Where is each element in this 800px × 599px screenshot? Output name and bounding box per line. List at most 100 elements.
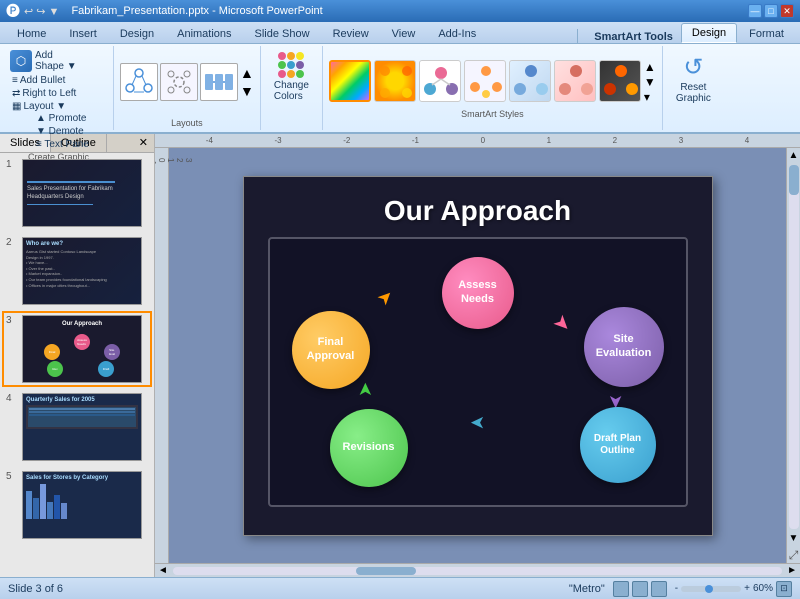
fit-page-btn[interactable]: ⊡	[776, 581, 792, 597]
add-shape-icon: ⬡	[10, 50, 32, 72]
tab-smartart-design[interactable]: Design	[681, 23, 737, 43]
ruler-horizontal: -4-3-2-101234	[155, 134, 800, 148]
status-bar: Slide 3 of 6 "Metro" - + 60% ⊡	[0, 577, 800, 599]
change-colors-btn[interactable]: ChangeColors	[269, 49, 314, 105]
ribbon: ⬡ Add Shape ▼ ≡Add Bullet ⇄Right to Left…	[0, 44, 800, 134]
slide-thumb-5[interactable]: 5 Sales for Stores by Category	[4, 469, 150, 541]
circle-assess[interactable]: AssessNeeds	[442, 257, 514, 329]
side-scrollbar: ▲ ▼ ⤢	[786, 148, 800, 563]
color-dot-orange2	[287, 70, 295, 78]
color-dot-yellow	[296, 52, 304, 60]
slides-panel: Slides Outline ✕ 1 Sales Presentation fo…	[0, 134, 155, 577]
smartart-tools-label: SmartArt Tools	[577, 29, 681, 43]
circle-site[interactable]: SiteEvaluation	[584, 307, 664, 387]
color-dot-green2	[296, 70, 304, 78]
right-to-left-btn[interactable]: ⇄Right to Left	[12, 88, 76, 99]
tab-animations[interactable]: Animations	[166, 24, 242, 43]
slide-thumb-2[interactable]: 2 Who are we? Aarrus Gist started Contos…	[4, 235, 150, 307]
style-2[interactable]	[374, 60, 416, 102]
tab-addins[interactable]: Add-Ins	[427, 24, 487, 43]
smartart-container[interactable]: AssessNeeds ➤ SiteEvaluation ➤ Draft Pla	[268, 237, 688, 507]
color-dot-blue	[287, 61, 295, 69]
minimize-button[interactable]: —	[748, 4, 762, 18]
quick-access: ↩ ↪ ▼	[24, 5, 59, 18]
demote-btn[interactable]: ▼ Demote	[36, 126, 89, 137]
smartart-styles-label: SmartArt Styles	[329, 107, 656, 119]
slide-thumb-1[interactable]: 1 Sales Presentation for FabrikamHeadqua…	[4, 157, 150, 229]
zoom-thumb[interactable]	[705, 585, 713, 593]
view-buttons	[613, 581, 667, 597]
layouts-label: Layouts	[171, 116, 203, 128]
tab-insert[interactable]: Insert	[58, 24, 108, 43]
window-controls[interactable]: — □ ✕	[748, 4, 794, 18]
slide-img-1: Sales Presentation for FabrikamHeadquart…	[22, 159, 142, 227]
slideshow-btn[interactable]	[651, 581, 667, 597]
slide-num-4: 4	[6, 393, 18, 404]
layout-process[interactable]	[200, 63, 238, 101]
panel-close-btn[interactable]: ✕	[133, 134, 154, 152]
slide-info: Slide 3 of 6	[8, 583, 63, 595]
normal-view-btn[interactable]	[613, 581, 629, 597]
add-bullet-label: Add Bullet	[20, 75, 66, 86]
layout-radial[interactable]	[160, 63, 198, 101]
scroll-right-btn[interactable]: ►	[784, 565, 800, 576]
style-5[interactable]	[509, 60, 551, 102]
maximize-button[interactable]: □	[764, 4, 778, 18]
style-scroll[interactable]: ▲ ▼ ▾	[644, 60, 656, 104]
zoom-slider[interactable]	[681, 586, 741, 592]
text-pane-btn[interactable]: ≡ Text Pane	[36, 139, 89, 150]
horizontal-scrollbar: ◄ ►	[155, 563, 800, 577]
circle-final[interactable]: FinalApproval	[292, 311, 370, 389]
slide-edit-area: -4-3-2-101234 3210-1-2-3 Our Approach	[155, 134, 800, 577]
scroll-up-btn[interactable]: ▲	[787, 148, 800, 163]
layout-scroll[interactable]: ▲ ▼	[240, 65, 254, 99]
tab-view[interactable]: View	[381, 24, 427, 43]
scroll-down-btn[interactable]: ▼	[787, 531, 800, 546]
layout-cycle[interactable]	[120, 63, 158, 101]
add-bullet-btn[interactable]: ≡Add Bullet	[12, 75, 76, 86]
status-right: "Metro" - + 60% ⊡	[569, 581, 792, 597]
color-grid	[278, 52, 304, 78]
style-colorful[interactable]	[329, 60, 371, 102]
scroll-left-btn[interactable]: ◄	[155, 565, 171, 576]
style-4[interactable]	[464, 60, 506, 102]
tab-slideshow[interactable]: Slide Show	[244, 24, 321, 43]
slide-thumb-4[interactable]: 4 Quarterly Sales for 2005	[4, 391, 150, 463]
tab-design[interactable]: Design	[109, 24, 165, 43]
zoom-in-btn[interactable]: +	[744, 583, 750, 594]
main-area: Slides Outline ✕ 1 Sales Presentation fo…	[0, 134, 800, 577]
circle-revisions[interactable]: Revisions	[330, 409, 408, 487]
layout-btn[interactable]: ▦Layout ▼	[12, 101, 76, 112]
style-7[interactable]	[599, 60, 641, 102]
slide-img-5: Sales for Stores by Category	[22, 471, 142, 539]
zoom-level: 60%	[753, 583, 773, 594]
slide-canvas-wrapper: Our Approach AssessNeeds ➤ SiteEvaluatio…	[169, 148, 786, 563]
expand-btn[interactable]: ⤢	[789, 548, 799, 563]
h-scroll-thumb[interactable]	[356, 567, 416, 575]
theme-name: "Metro"	[569, 583, 605, 595]
tab-review[interactable]: Review	[322, 24, 380, 43]
h-scroll-track	[173, 567, 782, 575]
slide-title: Our Approach	[384, 177, 571, 237]
slide-num-3: 3	[6, 315, 18, 326]
style-6[interactable]	[554, 60, 596, 102]
slide-thumb-3[interactable]: 3 Our Approach AssessNeeds SiteEval Draf…	[4, 313, 150, 385]
tab-home[interactable]: Home	[6, 24, 57, 43]
title-bar: 🅟 ↩ ↪ ▼ Fabrikam_Presentation.pptx - Mic…	[0, 0, 800, 22]
close-button[interactable]: ✕	[780, 4, 794, 18]
zoom-out-btn[interactable]: -	[675, 583, 678, 594]
promote-demote-btns: ▲ Promote ▼ Demote ≡ Text Pane	[10, 113, 89, 150]
style-3[interactable]	[419, 60, 461, 102]
right-to-left-label: Right to Left	[22, 88, 76, 99]
slide-num-1: 1	[6, 159, 18, 170]
promote-btn[interactable]: ▲ Promote	[36, 113, 89, 124]
color-dot-purple	[296, 61, 304, 69]
reset-graphic-btn[interactable]: ↺ ResetGraphic	[671, 48, 716, 109]
add-shape-label2: Shape ▼	[35, 61, 77, 72]
circle-draft[interactable]: Draft PlanOutline	[580, 407, 656, 483]
slide-canvas[interactable]: Our Approach AssessNeeds ➤ SiteEvaluatio…	[243, 176, 713, 536]
slide-sorter-btn[interactable]	[632, 581, 648, 597]
scroll-thumb[interactable]	[789, 165, 799, 195]
add-shape-btn[interactable]: ⬡ Add Shape ▼	[10, 48, 77, 74]
tab-smartart-format[interactable]: Format	[738, 24, 795, 43]
